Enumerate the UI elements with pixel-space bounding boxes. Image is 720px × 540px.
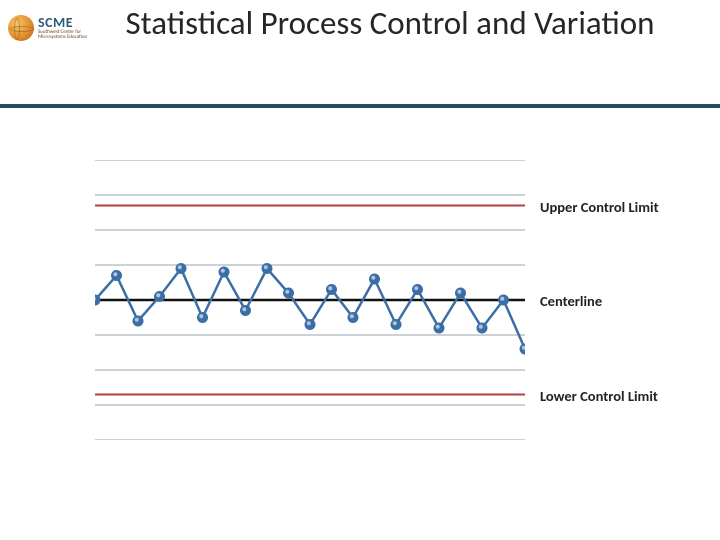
title-underline xyxy=(0,104,720,108)
logo-acronym: SCME xyxy=(38,16,87,30)
page-title: Statistical Process Control and Variatio… xyxy=(110,5,670,43)
slide-header: SCME Southwest Center for Microsystems E… xyxy=(0,0,720,115)
chart-labels: Upper Control Limit Centerline Lower Con… xyxy=(540,160,710,440)
ucl-label: Upper Control Limit xyxy=(540,198,710,216)
control-chart xyxy=(95,160,525,440)
logo-text: SCME Southwest Center for Microsystems E… xyxy=(38,16,87,41)
centerline-label: Centerline xyxy=(540,292,710,310)
scme-logo: SCME Southwest Center for Microsystems E… xyxy=(8,8,98,48)
globe-icon xyxy=(8,15,34,41)
slide: SCME Southwest Center for Microsystems E… xyxy=(0,0,720,540)
logo-subtitle-2: Microsystems Education xyxy=(38,35,87,40)
lcl-label: Lower Control Limit xyxy=(540,387,710,405)
